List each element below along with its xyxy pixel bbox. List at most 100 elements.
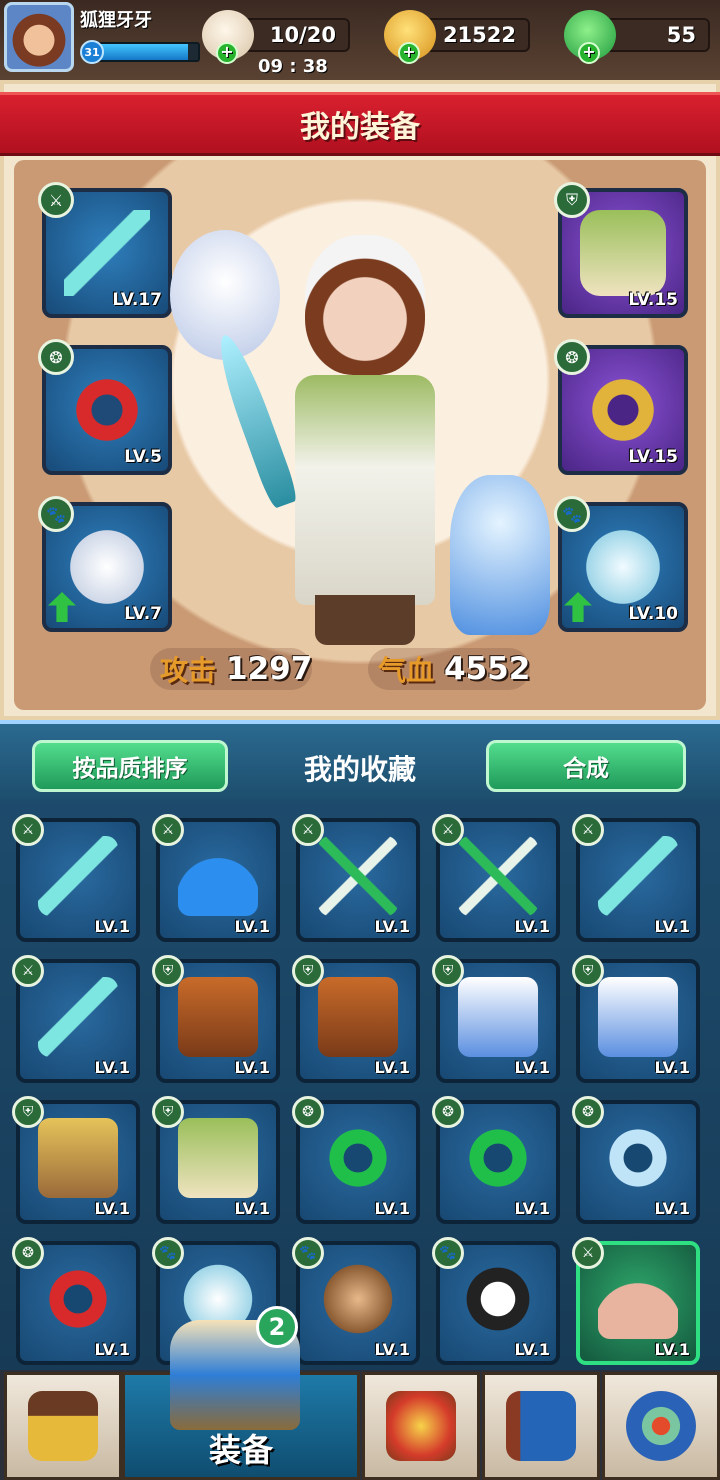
nav-book[interactable] — [482, 1372, 600, 1480]
collection-item[interactable]: ⛨ LV.1 — [432, 955, 560, 1083]
sword-icon: ⚔ — [572, 814, 604, 846]
upgrade-arrow-icon — [48, 592, 76, 622]
equip-level: LV.5 — [124, 447, 162, 467]
nav-shop[interactable] — [4, 1372, 122, 1480]
gold-counter[interactable]: + 21522 — [384, 10, 530, 64]
equip-slot-weapon[interactable]: ⚔ LV.17 — [38, 182, 172, 318]
attack-stat: 攻击 1297 — [150, 648, 313, 690]
armor-icon: ⛨ — [152, 1096, 184, 1128]
paw-icon: 🐾 — [292, 1237, 324, 1269]
item-level: LV.1 — [94, 1058, 130, 1077]
collection-item[interactable]: ❂ LV.1 — [292, 1096, 420, 1224]
pendant-icon: ❂ — [38, 339, 74, 375]
exp-bar-fill — [98, 44, 188, 60]
equip-slot-pet[interactable]: 🐾 LV.7 — [38, 496, 172, 632]
player-name: 狐狸牙牙 — [80, 10, 152, 31]
equip-slot-pet-2[interactable]: 🐾 LV.10 — [554, 496, 688, 632]
player-avatar[interactable] — [4, 2, 74, 72]
armor-icon: ⛨ — [292, 955, 324, 987]
collection-item[interactable]: ⛨ LV.1 — [152, 1096, 280, 1224]
mountain-fan-icon — [598, 1259, 678, 1339]
collection-item[interactable]: ⚔ LV.1 — [152, 814, 280, 942]
upgrade-arrow-icon — [564, 592, 592, 622]
item-level: LV.1 — [514, 1199, 550, 1218]
collection-item[interactable]: ❂ LV.1 — [572, 1096, 700, 1224]
sword-icon: ⚔ — [572, 1237, 604, 1269]
equip-slot-armor[interactable]: ⛨ LV.15 — [554, 182, 688, 318]
armor-icon: ⛨ — [554, 182, 590, 218]
item-level: LV.1 — [94, 917, 130, 936]
gold-leaf-icon: + — [384, 10, 436, 64]
collection-item[interactable]: ⚔ LV.1 — [572, 814, 700, 942]
brown-armor-icon — [178, 977, 258, 1057]
equipment-badge: 2 — [256, 1306, 298, 1348]
collection-item[interactable]: ❂ LV.1 — [432, 1096, 560, 1224]
plus-icon[interactable]: + — [398, 42, 420, 64]
synthesize-button[interactable]: 合成 — [486, 740, 686, 792]
collection-item[interactable]: 🐾 LV.1 — [292, 1237, 420, 1365]
nav-skills[interactable] — [362, 1372, 480, 1480]
gold-armor-icon — [38, 1118, 118, 1198]
jade-counter[interactable]: + 55 — [564, 10, 710, 64]
stamina-timer: 09 : 38 — [258, 56, 328, 77]
collection-item[interactable]: ⚔ LV.1 — [432, 814, 560, 942]
equip-level: LV.7 — [124, 604, 162, 624]
item-level: LV.1 — [234, 1199, 270, 1218]
sword-icon: ⚔ — [38, 182, 74, 218]
pendant-icon: ❂ — [432, 1096, 464, 1128]
equip-level: LV.10 — [628, 604, 678, 624]
blue-fur-robe-icon — [598, 977, 678, 1057]
green-robe-icon — [580, 210, 666, 296]
sort-by-quality-button[interactable]: 按品质排序 — [32, 740, 228, 792]
plus-icon[interactable]: + — [216, 42, 238, 64]
nav-settings[interactable] — [602, 1372, 720, 1480]
sword-icon: ⚔ — [292, 814, 324, 846]
collection-item[interactable]: ⛨ LV.1 — [572, 955, 700, 1083]
white-eagle-icon — [64, 524, 150, 610]
armor-icon: ⛨ — [12, 1096, 44, 1128]
item-level: LV.1 — [654, 1199, 690, 1218]
game-screen: 狐狸牙牙 31 + 10/20 09 : 38 + 21522 + 55 我的装… — [0, 0, 720, 1480]
collection-item[interactable]: ⚔ LV.1 — [12, 814, 140, 942]
green-robe-icon — [178, 1118, 258, 1198]
red-jade-pendant-icon — [64, 367, 150, 453]
brown-armor-icon — [318, 977, 398, 1057]
equip-level: LV.15 — [628, 447, 678, 467]
collection-item[interactable]: ⚔ LV.1 — [572, 1237, 700, 1365]
blue-jade-pendant-icon — [598, 1118, 678, 1198]
stamina-value: 10/20 — [269, 23, 336, 47]
item-level: LV.1 — [94, 1199, 130, 1218]
equip-slot-pendant-2[interactable]: ❂ LV.15 — [554, 339, 688, 475]
collection-item[interactable]: ⚔ LV.1 — [292, 814, 420, 942]
item-level: LV.1 — [234, 1058, 270, 1077]
ferret-pet-figure — [450, 475, 550, 635]
hero-body — [295, 375, 435, 605]
paw-icon: 🐾 — [432, 1237, 464, 1269]
hp-value: 4552 — [444, 651, 531, 687]
equipment-title: 我的装备 — [0, 92, 720, 156]
attack-label: 攻击 — [160, 654, 217, 687]
collection-item[interactable]: ❂ LV.1 — [12, 1237, 140, 1365]
collection-item[interactable]: ⛨ LV.1 — [12, 1096, 140, 1224]
item-level: LV.1 — [374, 1199, 410, 1218]
skill-icon — [386, 1391, 456, 1461]
collection-item[interactable]: ⛨ LV.1 — [152, 955, 280, 1083]
collection-item[interactable]: ⚔ LV.1 — [12, 955, 140, 1083]
sword-icon: ⚔ — [12, 955, 44, 987]
armor-icon: ⛨ — [572, 955, 604, 987]
item-level: LV.1 — [514, 1058, 550, 1077]
collection-item[interactable]: 🐾 LV.1 — [432, 1237, 560, 1365]
pendant-icon: ❂ — [12, 1237, 44, 1269]
pendant-icon: ❂ — [292, 1096, 324, 1128]
collection-item[interactable]: ⛨ LV.1 — [292, 955, 420, 1083]
settings-gear-icon — [626, 1391, 696, 1461]
equip-slot-pendant[interactable]: ❂ LV.5 — [38, 339, 172, 475]
green-jade-pendant-icon — [458, 1118, 538, 1198]
stamina-counter[interactable]: + 10/20 — [202, 10, 350, 64]
blue-fur-robe-icon — [458, 977, 538, 1057]
book-icon — [506, 1391, 576, 1461]
equip-level: LV.17 — [112, 290, 162, 310]
plus-icon[interactable]: + — [578, 42, 600, 64]
red-jade-pendant-icon — [38, 1259, 118, 1339]
jade-sword-icon — [64, 210, 150, 296]
